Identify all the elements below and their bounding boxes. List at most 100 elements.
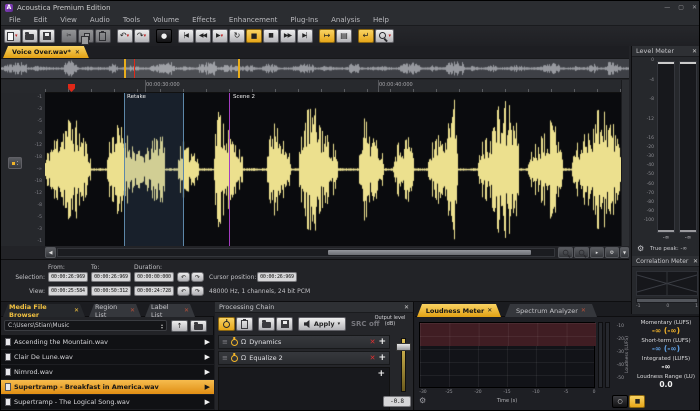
tab-loudness-meter[interactable]: Loudness Meter✕ (417, 304, 501, 317)
headphones-icon[interactable]: Ω (241, 354, 246, 362)
paste-button[interactable] (95, 29, 111, 43)
redo-button[interactable]: ↷▾ (134, 29, 150, 43)
chain-enable-button[interactable] (218, 317, 235, 331)
chain-save-button[interactable] (276, 317, 293, 331)
output-level-value[interactable]: -0.8 (383, 396, 411, 407)
tab-voice-over[interactable]: Voice Over.wav* ✕ (3, 46, 89, 58)
view-to-field[interactable]: 00:00:50:312 (91, 286, 131, 296)
zoom-menu-button[interactable]: ▸ (590, 247, 604, 258)
play-button[interactable]: ▶▾ (212, 29, 228, 43)
menu-enhancement[interactable]: Enhancement (229, 16, 277, 24)
menu-analysis[interactable]: Analysis (331, 16, 360, 24)
path-select[interactable]: C:\Users\Stian\Music ▴▾ (4, 320, 167, 331)
tab-label-list[interactable]: Label List✕ (145, 304, 195, 317)
close-button[interactable]: ✕ (692, 4, 697, 11)
stop-button[interactable]: ■ (246, 29, 262, 43)
open-file-button[interactable] (22, 29, 38, 43)
vertical-scrollbar[interactable] (621, 80, 629, 246)
zoom-tool-button[interactable]: ▾ (375, 29, 395, 43)
add-effect-icon[interactable]: + (377, 369, 385, 379)
region-retake[interactable]: Retake (124, 93, 184, 246)
output-slider-handle[interactable] (396, 343, 411, 351)
selection-duration-field[interactable]: 00:00:00:000 (134, 272, 174, 282)
overview-waveform[interactable] (1, 59, 629, 78)
pause-button[interactable]: ▮▮ (263, 29, 279, 43)
tab-close-icon[interactable]: ✕ (74, 307, 79, 314)
file-row[interactable]: Clair De Lune.wav▶ (1, 350, 214, 365)
tab-close-icon[interactable]: ✕ (581, 307, 586, 314)
menu-effects[interactable]: Effects (192, 16, 216, 24)
panel-close-icon[interactable]: ✕ (404, 304, 409, 311)
view-undo-button[interactable]: ↶ (177, 286, 190, 296)
cut-button[interactable]: ✂ (61, 29, 77, 43)
monitor-button[interactable]: ▤ (336, 29, 352, 43)
loop-selection-button[interactable]: ↵ (358, 29, 374, 43)
loudness-pause-button[interactable]: ▮▮ (629, 395, 645, 408)
tab-close-icon[interactable]: ✕ (487, 307, 492, 314)
wrench-icon[interactable]: ⚙ (637, 244, 644, 253)
chain-copy-button[interactable] (236, 317, 253, 331)
zoom-in-button[interactable] (558, 247, 573, 258)
chain-item-dynamics[interactable]: ≡ Ω Dynamics ✕ + (218, 335, 390, 349)
effect-power-icon[interactable] (231, 355, 238, 362)
marker-scene2-line[interactable] (229, 93, 230, 246)
preview-play-icon[interactable]: ▶ (205, 353, 210, 361)
copy-button[interactable] (78, 29, 94, 43)
menu-plugins[interactable]: Plug-Ins (290, 16, 318, 24)
file-row-selected[interactable]: Supertramp - Breakfast in America.wav▶ (1, 380, 214, 395)
chain-load-button[interactable] (258, 317, 275, 331)
tab-close-icon[interactable]: ✕ (130, 307, 135, 314)
menu-audio[interactable]: Audio (90, 16, 110, 24)
add-effect-icon[interactable]: + (378, 353, 386, 363)
headphones-icon[interactable]: Ω (241, 338, 246, 346)
drag-handle-icon[interactable]: ≡ (222, 338, 228, 346)
selection-from-field[interactable]: 00:00:26:969 (48, 272, 88, 282)
menu-view[interactable]: View (60, 16, 77, 24)
minimize-button[interactable]: — (664, 4, 670, 11)
menu-edit[interactable]: Edit (34, 16, 48, 24)
new-file-button[interactable]: ▾ (4, 29, 21, 43)
tab-region-list[interactable]: Region List✕ (89, 304, 141, 317)
wave-settings-button[interactable]: ⚙ (605, 247, 619, 258)
panel-close-icon[interactable]: ✕ (693, 258, 698, 265)
menu-file[interactable]: File (9, 16, 21, 24)
view-duration-field[interactable]: 00:00:24:728 (134, 286, 174, 296)
effect-power-icon[interactable] (231, 339, 238, 346)
file-row[interactable]: Nimrod.wav▶ (1, 365, 214, 380)
preview-play-icon[interactable]: ▶ (205, 368, 210, 376)
tab-spectrum-analyzer[interactable]: Spectrum Analyzer✕ (505, 304, 597, 317)
view-redo-button[interactable]: ↷ (191, 286, 204, 296)
loudness-reset-button[interactable]: ○ (612, 395, 628, 408)
browse-folder-button[interactable] (190, 320, 207, 332)
file-row[interactable]: Ascending the Mountain.wav▶ (1, 335, 214, 350)
time-ruler[interactable]: 00:00:30:000 00:00:40:000 (45, 80, 621, 93)
loop-playback-button[interactable]: ↻ (229, 29, 245, 43)
folder-up-button[interactable]: ↑ (171, 320, 188, 332)
undo-button[interactable]: ↶▾ (117, 29, 133, 43)
maximize-button[interactable]: ▢ (678, 4, 684, 11)
drag-handle-icon[interactable]: ≡ (222, 354, 228, 362)
save-button[interactable] (39, 29, 55, 43)
menu-volume[interactable]: Volume (153, 16, 179, 24)
scroll-down-button[interactable]: ▼ (620, 247, 629, 258)
menu-help[interactable]: Help (373, 16, 389, 24)
tab-close-icon[interactable]: ✕ (184, 307, 189, 314)
hscroll-thumb[interactable] (328, 250, 531, 255)
panel-close-icon[interactable]: ✕ (692, 48, 697, 55)
rewind-button[interactable]: ◀◀ (195, 29, 211, 43)
fast-forward-button[interactable]: ▶▶ (280, 29, 296, 43)
go-to-end-button[interactable]: ▶| (297, 29, 313, 43)
overview-view-window[interactable] (124, 59, 240, 78)
view-from-field[interactable]: 00:00:25:584 (48, 286, 88, 296)
chain-item-equalize[interactable]: ≡ Ω Equalize 2 ✕ + (218, 351, 390, 365)
apply-button[interactable]: Apply▾ (298, 317, 346, 331)
remove-effect-icon[interactable]: ✕ (370, 354, 376, 362)
preview-play-icon[interactable]: ▶ (205, 383, 210, 391)
hscroll-track[interactable] (57, 248, 555, 257)
waveform-overview[interactable] (1, 58, 629, 79)
channel-button[interactable] (8, 157, 22, 169)
selection-to-field[interactable]: 00:00:26:969 (91, 272, 131, 282)
go-to-start-button[interactable]: |◀ (178, 29, 194, 43)
record-button[interactable]: ● (156, 29, 172, 43)
selection-undo-button[interactable]: ↶ (177, 272, 190, 282)
